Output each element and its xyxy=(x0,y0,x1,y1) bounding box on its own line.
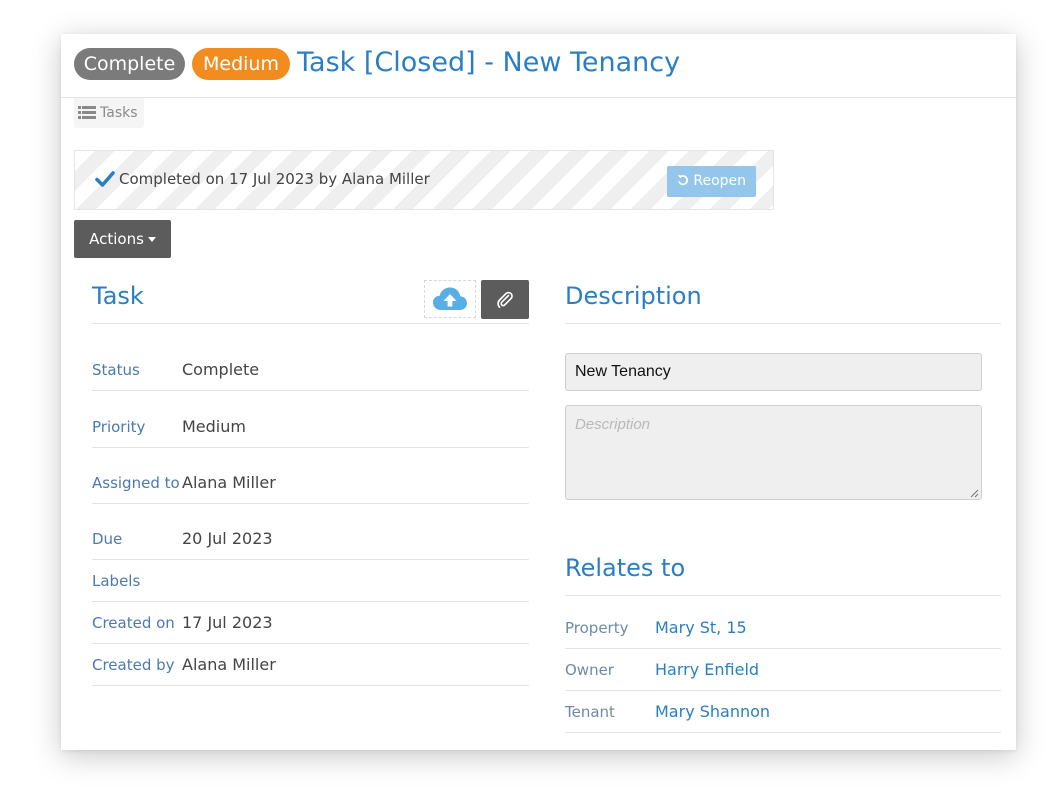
task-section-title: Task xyxy=(92,282,144,310)
resize-grip-icon[interactable] xyxy=(969,488,979,498)
field-value-status: Complete xyxy=(182,360,260,379)
field-label-due: Due xyxy=(92,530,123,548)
field-divider xyxy=(92,503,529,504)
field-value-due: 20 Jul 2023 xyxy=(182,529,273,548)
relates-label-tenant: Tenant xyxy=(565,703,615,721)
status-badge: Complete xyxy=(74,48,185,80)
field-value-priority: Medium xyxy=(182,417,246,436)
field-label-labels: Labels xyxy=(92,572,141,590)
task-card: Complete Medium Task [Closed] - New Tena… xyxy=(61,34,1016,750)
relates-label-owner: Owner xyxy=(565,661,614,679)
relates-label-property: Property xyxy=(565,619,629,637)
field-label-status: Status xyxy=(92,361,140,379)
breadcrumb-tasks[interactable]: Tasks xyxy=(74,98,144,128)
reopen-label: Reopen xyxy=(693,173,747,189)
field-label-created-on: Created on xyxy=(92,614,175,632)
field-divider xyxy=(92,601,529,602)
reopen-button[interactable]: Reopen xyxy=(667,166,756,197)
field-value-assigned-to: Alana Miller xyxy=(182,473,276,492)
field-label-assigned-to: Assigned to xyxy=(92,474,180,492)
relates-section-title: Relates to xyxy=(565,554,686,582)
task-name-input[interactable]: New Tenancy xyxy=(565,353,982,391)
field-divider xyxy=(92,390,529,391)
upload-dropzone[interactable] xyxy=(424,280,476,318)
field-label-priority: Priority xyxy=(92,418,146,436)
description-title-divider xyxy=(565,323,1001,324)
description-textarea[interactable] xyxy=(565,405,982,500)
undo-icon xyxy=(677,175,688,186)
actions-button[interactable]: Actions xyxy=(74,220,171,258)
caret-down-icon xyxy=(147,237,156,242)
priority-badge: Medium xyxy=(192,48,290,80)
page-header: Complete Medium Task [Closed] - New Tena… xyxy=(61,34,1016,98)
relates-divider xyxy=(565,690,1001,691)
relates-link-tenant[interactable]: Mary Shannon xyxy=(655,702,770,721)
paperclip-icon xyxy=(497,291,513,308)
relates-title-divider xyxy=(565,595,1001,596)
field-divider xyxy=(92,447,529,448)
field-label-created-by: Created by xyxy=(92,656,175,674)
completed-banner: Completed on 17 Jul 2023 by Alana Miller… xyxy=(74,150,774,210)
description-section-title: Description xyxy=(565,282,702,310)
breadcrumb-tasks-label: Tasks xyxy=(100,105,138,121)
completed-text: Completed on 17 Jul 2023 by Alana Miller xyxy=(119,170,430,188)
field-divider xyxy=(92,685,529,686)
relates-link-property[interactable]: Mary St, 15 xyxy=(655,618,747,637)
cloud-upload-icon xyxy=(433,287,467,310)
field-value-created-by: Alana Miller xyxy=(182,655,276,674)
relates-link-owner[interactable]: Harry Enfield xyxy=(655,660,759,679)
attach-button[interactable] xyxy=(481,280,529,319)
field-divider xyxy=(92,643,529,644)
actions-label: Actions xyxy=(89,230,144,248)
list-icon xyxy=(78,106,96,120)
field-value-created-on: 17 Jul 2023 xyxy=(182,613,273,632)
field-divider xyxy=(92,559,529,560)
task-title-divider xyxy=(92,323,529,324)
relates-divider xyxy=(565,732,1001,733)
check-icon xyxy=(95,171,115,187)
relates-divider xyxy=(565,648,1001,649)
page-title: Task [Closed] - New Tenancy xyxy=(297,47,681,78)
